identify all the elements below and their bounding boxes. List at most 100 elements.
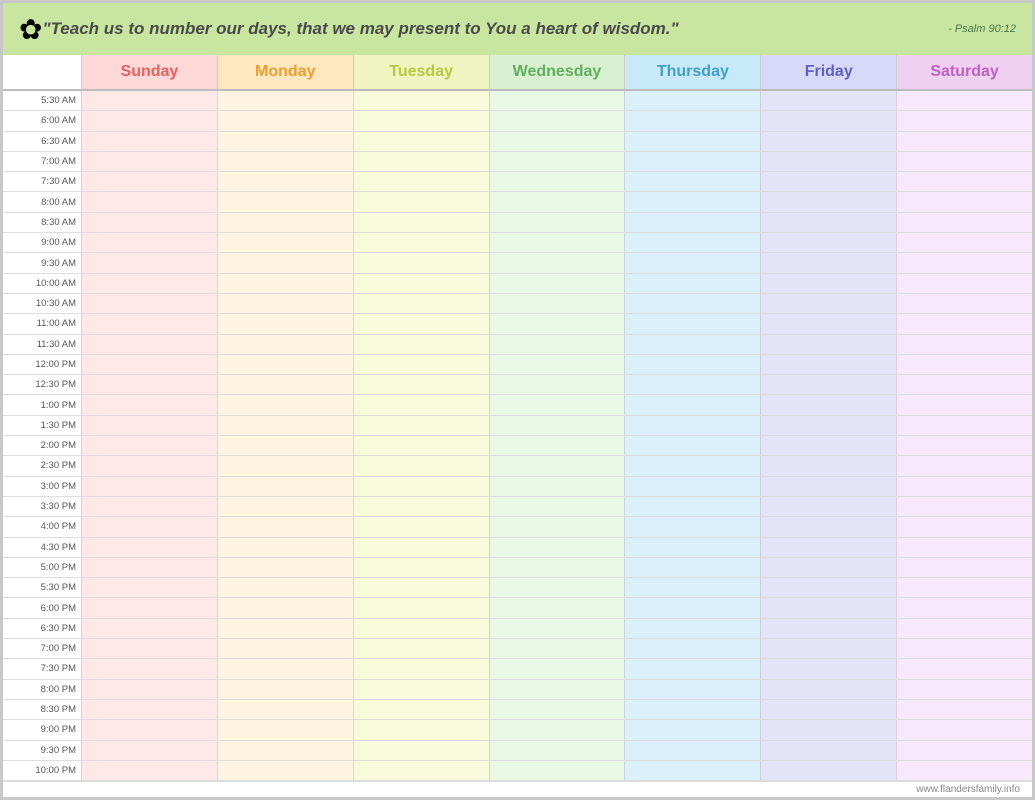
cell-friday[interactable] [760, 598, 896, 617]
cell-thursday[interactable] [624, 700, 760, 719]
cell-monday[interactable] [217, 741, 353, 760]
cell-monday[interactable] [217, 639, 353, 658]
cell-saturday[interactable] [896, 598, 1032, 617]
cell-tuesday[interactable] [353, 213, 489, 232]
cell-tuesday[interactable] [353, 538, 489, 557]
cell-thursday[interactable] [624, 213, 760, 232]
cell-sunday[interactable] [81, 132, 217, 151]
cell-saturday[interactable] [896, 619, 1032, 638]
cell-thursday[interactable] [624, 680, 760, 699]
cell-monday[interactable] [217, 274, 353, 293]
cell-friday[interactable] [760, 436, 896, 455]
cell-saturday[interactable] [896, 639, 1032, 658]
cell-tuesday[interactable] [353, 274, 489, 293]
cell-saturday[interactable] [896, 538, 1032, 557]
cell-tuesday[interactable] [353, 700, 489, 719]
cell-sunday[interactable] [81, 294, 217, 313]
cell-sunday[interactable] [81, 761, 217, 780]
cell-thursday[interactable] [624, 619, 760, 638]
cell-friday[interactable] [760, 274, 896, 293]
cell-wednesday[interactable] [489, 111, 625, 130]
cell-tuesday[interactable] [353, 456, 489, 475]
cell-thursday[interactable] [624, 720, 760, 739]
cell-wednesday[interactable] [489, 132, 625, 151]
cell-thursday[interactable] [624, 659, 760, 678]
cell-monday[interactable] [217, 456, 353, 475]
cell-friday[interactable] [760, 720, 896, 739]
cell-sunday[interactable] [81, 598, 217, 617]
cell-saturday[interactable] [896, 436, 1032, 455]
cell-sunday[interactable] [81, 91, 217, 110]
cell-thursday[interactable] [624, 538, 760, 557]
cell-friday[interactable] [760, 619, 896, 638]
cell-thursday[interactable] [624, 132, 760, 151]
cell-monday[interactable] [217, 375, 353, 394]
cell-monday[interactable] [217, 355, 353, 374]
cell-sunday[interactable] [81, 274, 217, 293]
cell-friday[interactable] [760, 659, 896, 678]
cell-tuesday[interactable] [353, 314, 489, 333]
cell-tuesday[interactable] [353, 132, 489, 151]
cell-tuesday[interactable] [353, 517, 489, 536]
cell-sunday[interactable] [81, 538, 217, 557]
cell-friday[interactable] [760, 456, 896, 475]
cell-thursday[interactable] [624, 416, 760, 435]
cell-thursday[interactable] [624, 294, 760, 313]
cell-tuesday[interactable] [353, 558, 489, 577]
cell-saturday[interactable] [896, 132, 1032, 151]
cell-friday[interactable] [760, 477, 896, 496]
cell-friday[interactable] [760, 680, 896, 699]
cell-saturday[interactable] [896, 720, 1032, 739]
cell-wednesday[interactable] [489, 720, 625, 739]
cell-sunday[interactable] [81, 152, 217, 171]
cell-friday[interactable] [760, 639, 896, 658]
cell-wednesday[interactable] [489, 91, 625, 110]
cell-monday[interactable] [217, 558, 353, 577]
cell-thursday[interactable] [624, 477, 760, 496]
cell-monday[interactable] [217, 517, 353, 536]
cell-sunday[interactable] [81, 456, 217, 475]
cell-wednesday[interactable] [489, 477, 625, 496]
cell-thursday[interactable] [624, 172, 760, 191]
cell-tuesday[interactable] [353, 294, 489, 313]
cell-thursday[interactable] [624, 152, 760, 171]
cell-sunday[interactable] [81, 720, 217, 739]
cell-friday[interactable] [760, 375, 896, 394]
cell-monday[interactable] [217, 477, 353, 496]
cell-wednesday[interactable] [489, 456, 625, 475]
cell-wednesday[interactable] [489, 680, 625, 699]
cell-saturday[interactable] [896, 152, 1032, 171]
cell-thursday[interactable] [624, 741, 760, 760]
cell-monday[interactable] [217, 436, 353, 455]
cell-saturday[interactable] [896, 111, 1032, 130]
cell-saturday[interactable] [896, 335, 1032, 354]
cell-monday[interactable] [217, 416, 353, 435]
cell-saturday[interactable] [896, 172, 1032, 191]
cell-saturday[interactable] [896, 213, 1032, 232]
cell-monday[interactable] [217, 619, 353, 638]
cell-tuesday[interactable] [353, 335, 489, 354]
cell-saturday[interactable] [896, 741, 1032, 760]
cell-sunday[interactable] [81, 517, 217, 536]
cell-wednesday[interactable] [489, 761, 625, 780]
cell-wednesday[interactable] [489, 741, 625, 760]
cell-friday[interactable] [760, 172, 896, 191]
cell-friday[interactable] [760, 538, 896, 557]
cell-saturday[interactable] [896, 517, 1032, 536]
cell-monday[interactable] [217, 213, 353, 232]
cell-saturday[interactable] [896, 558, 1032, 577]
cell-friday[interactable] [760, 192, 896, 211]
cell-sunday[interactable] [81, 375, 217, 394]
cell-friday[interactable] [760, 517, 896, 536]
cell-wednesday[interactable] [489, 192, 625, 211]
cell-sunday[interactable] [81, 416, 217, 435]
cell-tuesday[interactable] [353, 233, 489, 252]
cell-tuesday[interactable] [353, 172, 489, 191]
cell-tuesday[interactable] [353, 720, 489, 739]
cell-wednesday[interactable] [489, 274, 625, 293]
cell-wednesday[interactable] [489, 233, 625, 252]
cell-friday[interactable] [760, 335, 896, 354]
cell-monday[interactable] [217, 233, 353, 252]
cell-tuesday[interactable] [353, 375, 489, 394]
cell-monday[interactable] [217, 598, 353, 617]
